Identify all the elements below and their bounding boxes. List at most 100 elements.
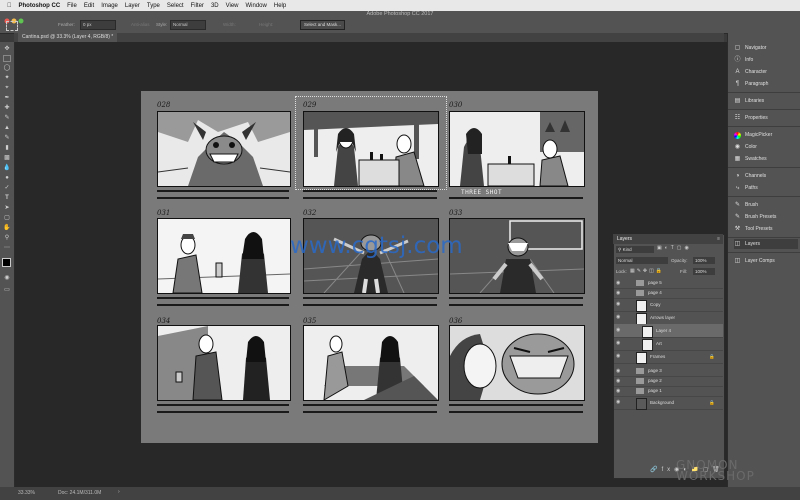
layer-arrows[interactable]: ◉ Arrows layer: [614, 311, 723, 325]
dock-tool-presets[interactable]: ⚒ Tool Presets: [734, 224, 798, 234]
storyboard-frame-034[interactable]: [157, 325, 291, 401]
more-tools-icon[interactable]: ⋯: [3, 245, 11, 252]
menu-app[interactable]: Photoshop CC: [19, 3, 61, 9]
storyboard-frame-036[interactable]: [449, 325, 585, 401]
lock-icons[interactable]: ▦✎✥◫🔒: [630, 268, 664, 274]
rect-marquee-tool-icon[interactable]: [3, 55, 11, 62]
path-select-tool-icon[interactable]: ➤: [3, 205, 11, 212]
menu-select[interactable]: Select: [167, 3, 184, 9]
dock-properties[interactable]: ☷ Properties: [734, 113, 798, 123]
storyboard-frame-033[interactable]: [449, 218, 585, 294]
menu-type[interactable]: Type: [147, 3, 160, 9]
menu-filter[interactable]: Filter: [191, 3, 204, 9]
quick-mask-icon[interactable]: ◉: [3, 275, 11, 282]
dock-brush[interactable]: ✎ Brush: [734, 200, 798, 210]
zoom-level[interactable]: 33.33%: [18, 490, 35, 496]
layer-filter-kind[interactable]: ⚲ Kind: [616, 246, 654, 253]
storyboard-frame-035[interactable]: [303, 325, 439, 401]
gradient-tool-icon[interactable]: ▩: [3, 155, 11, 162]
stamp-tool-icon[interactable]: ▲: [3, 125, 11, 132]
dock-paths[interactable]: ⤷ Paths: [734, 183, 798, 193]
menu-layer[interactable]: Layer: [125, 3, 140, 9]
style-select[interactable]: Normal: [170, 20, 206, 30]
dock-libraries[interactable]: ▤ Libraries: [734, 96, 798, 106]
layer-background[interactable]: ◉ Background 🔒: [614, 396, 723, 410]
menu-3d[interactable]: 3D: [211, 3, 219, 9]
eye-icon[interactable]: ◉: [616, 396, 620, 409]
eye-icon[interactable]: ◉: [616, 298, 620, 311]
screen-mode-icon[interactable]: ▭: [3, 287, 11, 294]
dock-info[interactable]: ⓘ Info: [734, 55, 798, 65]
eye-icon[interactable]: ◉: [616, 386, 620, 396]
eye-icon[interactable]: ◉: [616, 278, 620, 288]
filter-icons[interactable]: ▣◐T▢◉: [657, 245, 719, 253]
menu-file[interactable]: File: [67, 3, 77, 9]
marquee-tool-icon[interactable]: [6, 21, 18, 31]
frame-sketch-creature: [158, 112, 290, 186]
dodge-tool-icon[interactable]: ●: [3, 175, 11, 182]
pen-tool-icon[interactable]: ✓: [3, 185, 11, 192]
menu-window[interactable]: Window: [246, 3, 267, 9]
lasso-tool-icon[interactable]: ◯: [3, 65, 11, 72]
dock-divider: [728, 109, 800, 110]
layer-art[interactable]: ◉ Art: [614, 337, 723, 351]
healing-tool-icon[interactable]: ✚: [3, 105, 11, 112]
menu-image[interactable]: Image: [101, 3, 118, 9]
foreground-color-swatch[interactable]: [2, 258, 11, 267]
dock-navigator[interactable]: ▢ Navigator: [734, 43, 798, 53]
layer-copy[interactable]: ◉ Copy: [614, 298, 723, 312]
dock-character[interactable]: A Character: [734, 67, 798, 77]
layer-frames[interactable]: ◉ Frames 🔒: [614, 350, 723, 364]
eye-icon[interactable]: ◉: [616, 311, 620, 324]
blur-tool-icon[interactable]: 💧: [3, 165, 11, 172]
dock-channels[interactable]: ◑ Channels: [734, 171, 798, 181]
storyboard-canvas[interactable]: 028 029 030 THREE SHOT 031 032 033 034 0…: [141, 91, 598, 443]
dock-layers[interactable]: ◫ Layers: [734, 239, 798, 249]
menu-view[interactable]: View: [226, 3, 239, 9]
paragraph-icon: ¶: [735, 80, 740, 87]
quick-select-tool-icon[interactable]: ✦: [3, 75, 11, 82]
layer-4[interactable]: ◉ Layer 4: [614, 324, 723, 338]
eye-icon[interactable]: ◉: [616, 324, 620, 337]
antialias-label[interactable]: Anti-alias: [131, 22, 150, 27]
storyboard-frame-028[interactable]: [157, 111, 291, 187]
paths-icon: ⤷: [735, 184, 740, 191]
eraser-tool-icon[interactable]: ▮: [3, 145, 11, 152]
eyedropper-tool-icon[interactable]: ✒: [3, 95, 11, 102]
libraries-icon: ▤: [734, 97, 741, 104]
menu-edit[interactable]: Edit: [84, 3, 94, 9]
layers-panel-title[interactable]: Layers: [617, 236, 632, 242]
move-tool-icon[interactable]: ✥: [3, 46, 11, 53]
dock-swatches[interactable]: ▦ Swatches: [734, 154, 798, 164]
dock-color[interactable]: ◉ Color: [734, 142, 798, 152]
storyboard-frame-031[interactable]: [157, 218, 291, 294]
status-arrow-icon[interactable]: ›: [118, 489, 120, 495]
menu-help[interactable]: Help: [274, 3, 286, 9]
blend-mode-select[interactable]: Normal: [616, 257, 668, 264]
hand-tool-icon[interactable]: ✋: [3, 225, 11, 232]
history-brush-tool-icon[interactable]: ✎: [3, 135, 11, 142]
document-tab[interactable]: Cantina.psd @ 33.3% (Layer 4, RGB/8) *: [18, 33, 118, 42]
eye-icon[interactable]: ◉: [616, 376, 620, 386]
eye-icon[interactable]: ◉: [616, 350, 620, 363]
dock-paragraph[interactable]: ¶ Paragraph: [734, 79, 798, 89]
brush-tool-icon[interactable]: ✎: [3, 115, 11, 122]
eye-icon[interactable]: ◉: [616, 288, 620, 298]
fill-input[interactable]: 100%: [693, 268, 715, 275]
crop-tool-icon[interactable]: ⌖: [3, 85, 11, 92]
type-tool-icon[interactable]: T: [3, 195, 11, 202]
storyboard-frame-029[interactable]: [303, 111, 439, 187]
eye-icon[interactable]: ◉: [616, 366, 620, 376]
panel-menu-icon[interactable]: ≡: [717, 234, 720, 244]
eye-icon[interactable]: ◉: [616, 337, 620, 350]
opacity-input[interactable]: 100%: [693, 257, 715, 264]
feather-input[interactable]: 0 px: [80, 20, 116, 30]
zoom-tool-icon[interactable]: ⚲: [3, 235, 11, 242]
shape-tool-icon[interactable]: ▢: [3, 215, 11, 222]
dock-magicpicker[interactable]: MagicPicker: [734, 130, 798, 140]
apple-icon[interactable]: : [7, 3, 12, 9]
storyboard-frame-030[interactable]: [449, 111, 585, 187]
dock-layer-comps[interactable]: ◫ Layer Comps: [734, 256, 798, 266]
dock-brush-presets[interactable]: ✎ Brush Presets: [734, 212, 798, 222]
select-mask-button[interactable]: Select and Mask...: [300, 20, 346, 30]
